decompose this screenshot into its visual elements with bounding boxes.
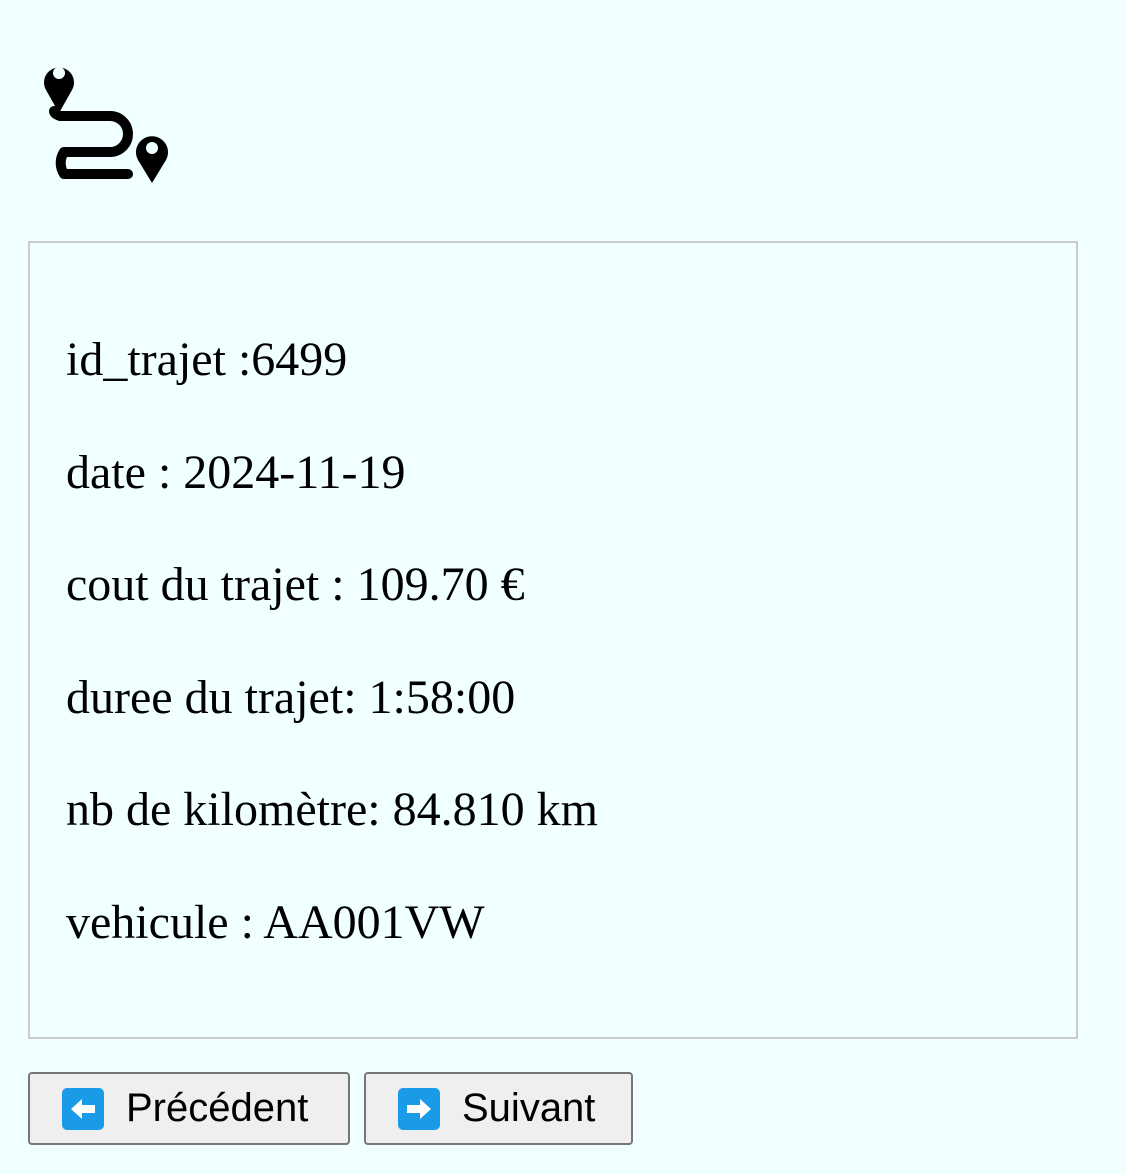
- left-arrow-icon: [62, 1087, 104, 1130]
- vehicule-line: vehicule : AA001VW: [66, 896, 485, 949]
- id-trajet-line: id_trajet :6499: [66, 333, 348, 386]
- previous-button[interactable]: Précédent: [28, 1072, 350, 1145]
- next-button-label: Suivant: [462, 1086, 596, 1130]
- cout-line: cout du trajet : 109.70 €: [66, 558, 525, 611]
- previous-button-label: Précédent: [126, 1086, 309, 1130]
- trajet-details: id_trajet :6499 date : 2024-11-19 cout d…: [28, 241, 1078, 1039]
- next-button[interactable]: Suivant: [364, 1072, 633, 1145]
- date-line: date : 2024-11-19: [66, 446, 406, 499]
- duree-line: duree du trajet: 1:58:00: [66, 671, 516, 724]
- route-icon: [36, 50, 176, 186]
- kilometre-line: nb de kilomètre: 84.810 km: [66, 783, 598, 836]
- right-arrow-icon: [398, 1087, 440, 1130]
